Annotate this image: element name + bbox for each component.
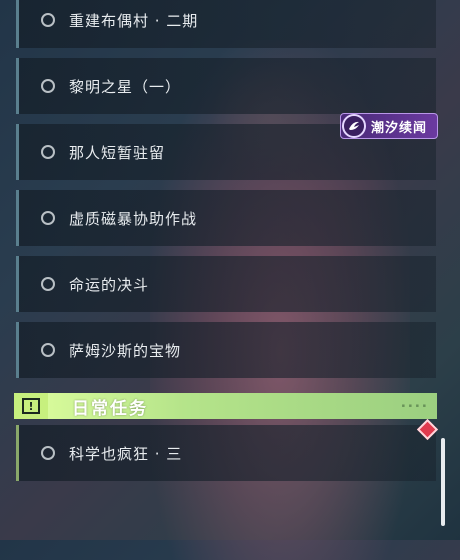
tide-emblem-icon [342, 114, 366, 138]
daily-quests-header[interactable]: ! 日常任务 ▪ ▪ ▪ ▪ [14, 393, 437, 419]
quest-status-circle-icon [41, 13, 55, 27]
quest-item[interactable]: 虚质磁暴协助作战 [16, 190, 436, 246]
quest-status-circle-icon [41, 277, 55, 291]
quest-label: 科学也疯狂 · 三 [69, 444, 183, 463]
quest-label: 萨姆沙斯的宝物 [69, 341, 182, 360]
quest-status-circle-icon [41, 343, 55, 357]
quest-status-circle-icon [41, 145, 55, 159]
quest-label: 黎明之星（一） [69, 77, 182, 96]
quest-item[interactable]: 黎明之星（一） [16, 58, 436, 114]
quest-item[interactable]: 萨姆沙斯的宝物 [16, 322, 436, 378]
section-title: 日常任务 [72, 398, 148, 419]
exclamation-box-icon: ! [14, 393, 48, 419]
quest-label: 重建布偶村 · 二期 [69, 11, 199, 30]
quest-status-circle-icon [41, 446, 55, 460]
quest-list: 重建布偶村 · 二期 黎明之星（一） 那人短暂驻留 虚质磁暴协助作战 命运的决斗… [0, 0, 460, 540]
quest-label: 命运的决斗 [69, 275, 150, 294]
section-decoration: ▪ ▪ ▪ ▪ [401, 403, 427, 409]
quest-status-circle-icon [41, 79, 55, 93]
quest-label: 虚质磁暴协助作战 [69, 209, 198, 228]
quest-label: 那人短暂驻留 [69, 143, 166, 162]
scrollbar[interactable] [441, 438, 445, 526]
quest-status-circle-icon [41, 211, 55, 225]
daily-quest-item[interactable]: 科学也疯狂 · 三 [16, 425, 436, 481]
badge-label: 潮汐续闻 [371, 120, 428, 136]
tide-event-badge[interactable]: 潮汐续闻 [340, 113, 438, 139]
quest-item[interactable]: 重建布偶村 · 二期 [16, 0, 436, 48]
quest-item[interactable]: 命运的决斗 [16, 256, 436, 312]
